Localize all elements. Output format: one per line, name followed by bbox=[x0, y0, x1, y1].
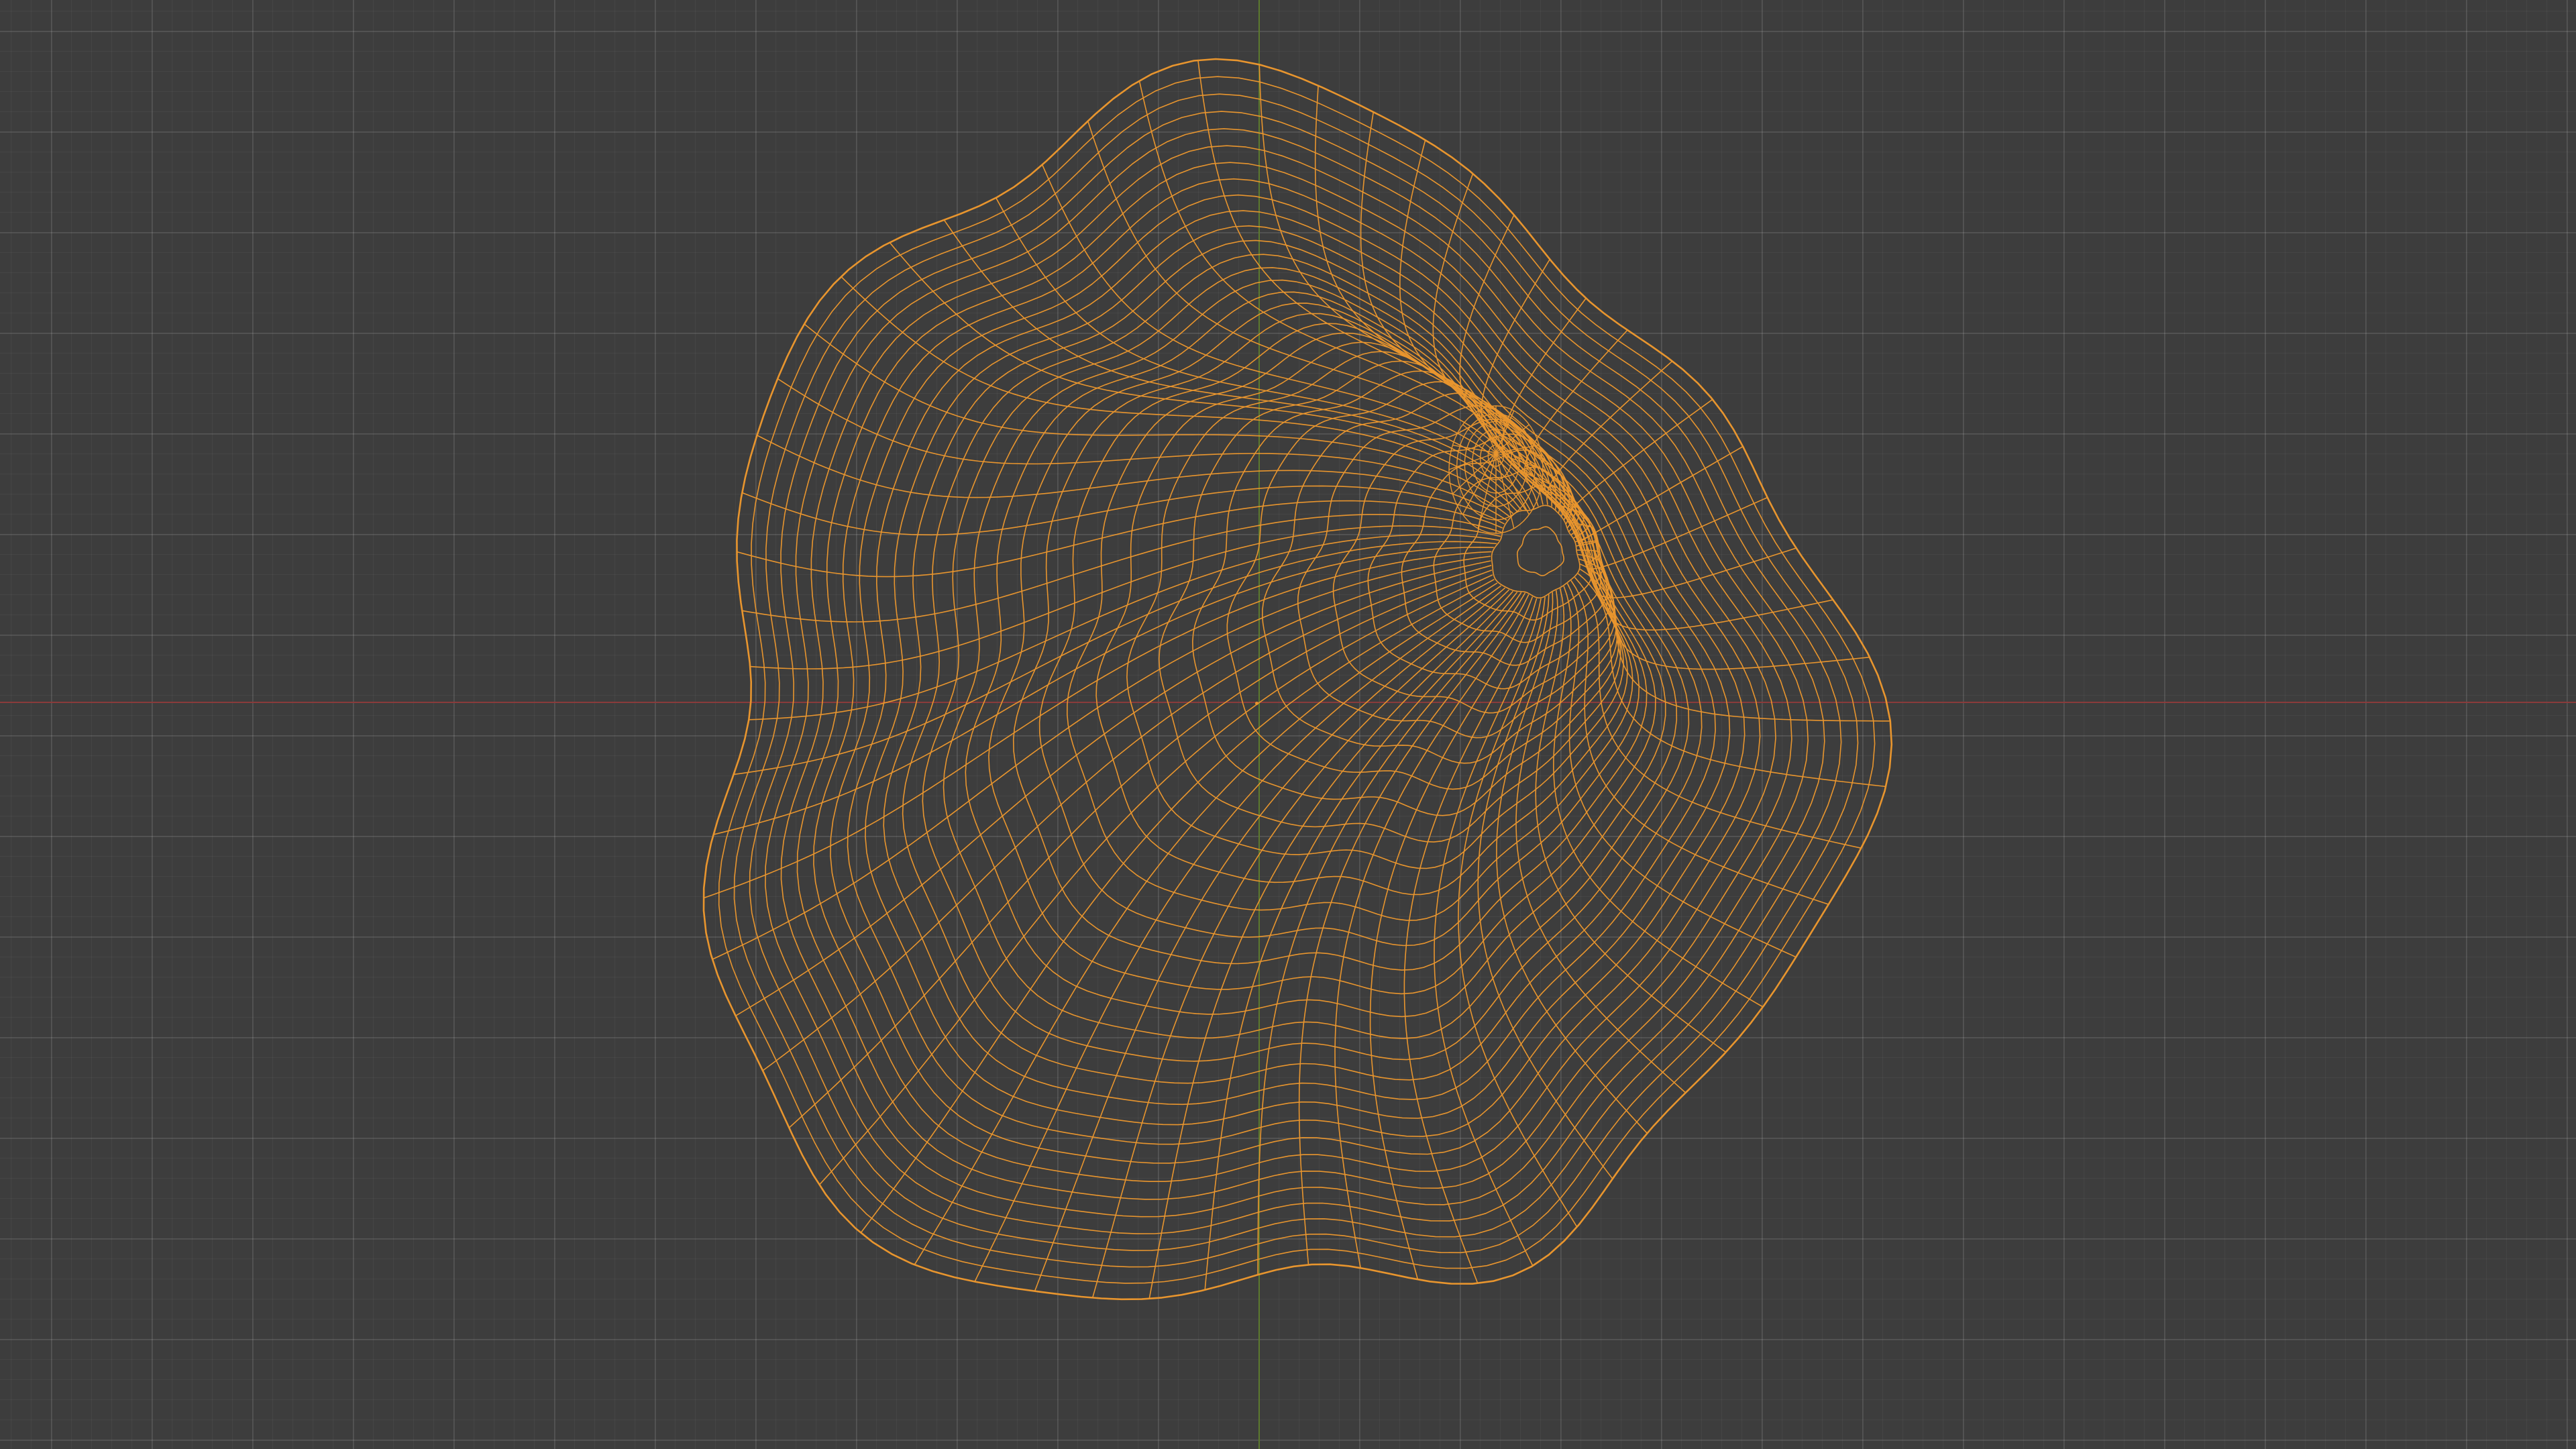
mesh-edge-spoke bbox=[914, 582, 1498, 1265]
mesh-edge-loop bbox=[883, 239, 1716, 1106]
mesh-edge-loop bbox=[1192, 370, 1619, 816]
mesh-edge-spoke bbox=[1553, 586, 1764, 1008]
mesh-edge-spoke bbox=[889, 241, 1522, 511]
mesh-edge-spoke bbox=[1197, 60, 1548, 505]
mesh-edge-loop bbox=[1012, 313, 1648, 971]
mesh-edge-loop bbox=[1126, 351, 1624, 869]
mesh-edge-spoke bbox=[703, 551, 1492, 899]
mesh-edge-spoke bbox=[1579, 568, 1890, 722]
mesh-edge-spoke bbox=[1204, 592, 1518, 1290]
mesh-edge-loop bbox=[1262, 392, 1617, 764]
mesh-edge-loop bbox=[830, 194, 1761, 1164]
mesh-edge-loop bbox=[1401, 449, 1608, 666]
mesh-edge-spoke bbox=[1576, 496, 1768, 570]
mesh-edge-loop bbox=[1297, 405, 1616, 739]
mesh-edge-loop bbox=[1067, 332, 1633, 921]
mesh-edge-spoke bbox=[750, 525, 1501, 669]
mesh-edge-spoke bbox=[749, 534, 1500, 720]
3d-viewport[interactable] bbox=[0, 0, 2576, 1449]
mesh-edge-spoke bbox=[974, 585, 1502, 1282]
mesh-edge-spoke bbox=[1334, 594, 1529, 1269]
mesh-outline bbox=[702, 58, 1893, 1301]
mesh-edge-loop bbox=[1517, 526, 1564, 576]
mesh-edge-spoke bbox=[777, 378, 1511, 518]
mesh-edge-loop bbox=[988, 303, 1656, 995]
wireframe-mesh[interactable] bbox=[0, 0, 2576, 1449]
mesh-edge-spoke bbox=[1369, 596, 1534, 1280]
mesh-edge-loop bbox=[765, 128, 1825, 1234]
mesh-edge-spoke bbox=[712, 555, 1491, 960]
mesh-edge-spoke bbox=[742, 514, 1502, 623]
origin-point bbox=[1255, 702, 1258, 705]
mesh-edge-spoke bbox=[1041, 164, 1535, 509]
mesh-edge-loop bbox=[780, 145, 1809, 1218]
mesh-edge-spoke bbox=[1458, 596, 1578, 1228]
